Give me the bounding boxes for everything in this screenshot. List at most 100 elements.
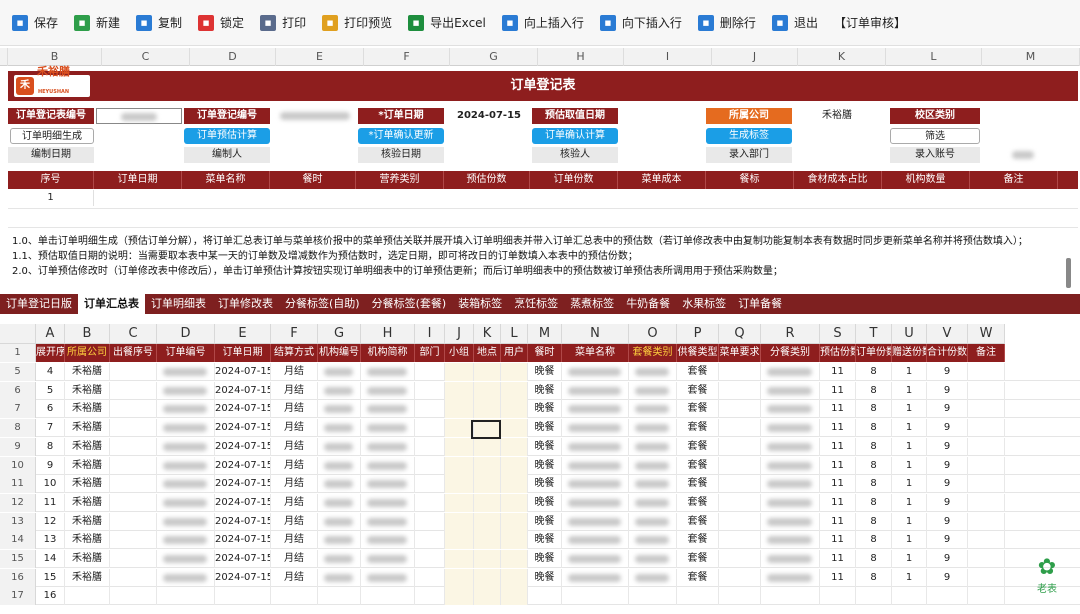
table-row[interactable]: 6 5 禾裕膳 2024-07-15 月结 晚餐 套餐 11 8 1 9	[0, 381, 1080, 400]
table-cell[interactable]	[501, 493, 528, 512]
table-cell[interactable]: 月结	[271, 437, 318, 456]
selected-cell[interactable]	[471, 420, 501, 440]
table-cell[interactable]: 11	[820, 363, 856, 381]
table-cell[interactable]	[318, 531, 361, 550]
toolbar-button-2[interactable]: ■ 复制	[136, 14, 182, 31]
table-cell[interactable]	[157, 512, 215, 531]
table-cell[interactable]	[157, 363, 215, 381]
sheet-tab[interactable]: 订单修改表	[212, 294, 279, 314]
table-cell[interactable]	[719, 475, 761, 494]
table-cell[interactable]	[719, 587, 761, 606]
table-cell[interactable]: 11	[820, 493, 856, 512]
table-cell[interactable]	[318, 400, 361, 419]
table-cell[interactable]	[445, 381, 474, 400]
table-cell[interactable]: 禾裕膳	[65, 419, 110, 438]
table-cell[interactable]	[474, 456, 501, 475]
table-cell[interactable]	[415, 550, 445, 568]
table-cell[interactable]	[629, 456, 677, 475]
table-cell[interactable]	[474, 568, 501, 587]
table-cell[interactable]	[761, 512, 820, 531]
table-cell[interactable]	[719, 456, 761, 475]
toolbar-button-8[interactable]: ■ 向下插入行	[599, 14, 682, 31]
table-cell[interactable]: 2024-07-15	[215, 550, 271, 568]
toolbar-button-3[interactable]: ■ 锁定	[198, 14, 244, 31]
table-cell[interactable]: 11	[820, 550, 856, 568]
table-cell[interactable]	[968, 568, 1005, 587]
table-cell[interactable]	[415, 587, 445, 606]
table-cell[interactable]: 7	[36, 419, 65, 438]
column-letter[interactable]: F	[364, 48, 450, 66]
table-cell[interactable]	[318, 456, 361, 475]
table-cell[interactable]	[271, 587, 318, 606]
sheet-column-letter[interactable]: U	[892, 324, 927, 344]
table-cell[interactable]	[415, 437, 445, 456]
table-cell[interactable]	[157, 437, 215, 456]
table-cell[interactable]	[629, 531, 677, 550]
filter-button[interactable]: 筛选	[890, 128, 980, 144]
table-cell[interactable]: 9	[927, 568, 968, 587]
table-cell[interactable]: 11	[820, 419, 856, 438]
table-cell[interactable]: 2024-07-15	[215, 512, 271, 531]
table-cell[interactable]	[110, 363, 157, 381]
detail-generate-button[interactable]: 订单明细生成	[10, 128, 94, 144]
table-cell[interactable]	[157, 475, 215, 494]
toolbar-button-7[interactable]: ■ 向上插入行	[501, 14, 584, 31]
table-cell[interactable]	[719, 381, 761, 400]
toolbar-button-10[interactable]: ■ 退出	[771, 14, 818, 31]
table-cell[interactable]	[968, 587, 1005, 606]
sheet-tab[interactable]: 蒸煮标签	[564, 294, 620, 314]
table-cell[interactable]: 套餐	[677, 512, 719, 531]
table-cell[interactable]: 8	[856, 475, 892, 494]
table-cell[interactable]	[968, 550, 1005, 568]
table-cell[interactable]: 月结	[271, 550, 318, 568]
toolbar-button-0[interactable]: ■ 保存	[12, 14, 58, 31]
table-cell[interactable]: 8	[856, 400, 892, 419]
table-cell[interactable]	[445, 531, 474, 550]
reg-no-input[interactable]	[96, 108, 182, 124]
table-cell[interactable]	[761, 531, 820, 550]
confirm-update-button[interactable]: *订单确认更新	[358, 128, 444, 144]
table-cell[interactable]	[761, 381, 820, 400]
table-cell[interactable]: 套餐	[677, 419, 719, 438]
table-cell[interactable]	[415, 475, 445, 494]
column-letter[interactable]: J	[712, 48, 798, 66]
sheet-column-letter[interactable]: H	[361, 324, 415, 344]
table-cell[interactable]: 8	[856, 381, 892, 400]
table-cell[interactable]: 11	[820, 381, 856, 400]
table-cell[interactable]: 14	[36, 550, 65, 568]
table-cell[interactable]	[157, 419, 215, 438]
table-cell[interactable]	[474, 587, 501, 606]
table-cell[interactable]	[474, 493, 501, 512]
sheet-column-letter[interactable]: F	[271, 324, 318, 344]
table-cell[interactable]	[761, 363, 820, 381]
table-cell[interactable]	[562, 381, 629, 400]
table-cell[interactable]: 禾裕膳	[65, 400, 110, 419]
table-cell[interactable]: 2024-07-15	[215, 381, 271, 400]
sheet-column-letter[interactable]: L	[501, 324, 528, 344]
table-cell[interactable]: 2024-07-15	[215, 400, 271, 419]
table-row[interactable]: 12 11 禾裕膳 2024-07-15 月结 晚餐 套餐 11 8 1 9	[0, 493, 1080, 512]
table-cell[interactable]: 9	[927, 512, 968, 531]
table-cell[interactable]	[719, 493, 761, 512]
table-row[interactable]: 7 6 禾裕膳 2024-07-15 月结 晚餐 套餐 11 8 1 9	[0, 400, 1080, 419]
generate-label-button[interactable]: 生成标签	[706, 128, 792, 144]
table-cell[interactable]: 8	[856, 531, 892, 550]
table-cell[interactable]	[501, 456, 528, 475]
table-cell[interactable]	[719, 550, 761, 568]
table-cell[interactable]	[318, 493, 361, 512]
table-cell[interactable]	[629, 568, 677, 587]
column-letter[interactable]: L	[886, 48, 982, 66]
table-cell[interactable]	[629, 419, 677, 438]
table-cell[interactable]: 1	[892, 419, 927, 438]
table-cell[interactable]	[65, 587, 110, 606]
table-cell[interactable]	[719, 419, 761, 438]
table-cell[interactable]: 9	[927, 456, 968, 475]
table-cell[interactable]	[157, 456, 215, 475]
sheet-column-letter[interactable]: S	[820, 324, 856, 344]
table-cell[interactable]	[415, 363, 445, 381]
sheet-column-letter[interactable]: K	[474, 324, 501, 344]
table-cell[interactable]	[820, 587, 856, 606]
table-cell[interactable]	[318, 419, 361, 438]
row-number[interactable]: 15	[0, 550, 36, 568]
table-cell[interactable]	[562, 512, 629, 531]
